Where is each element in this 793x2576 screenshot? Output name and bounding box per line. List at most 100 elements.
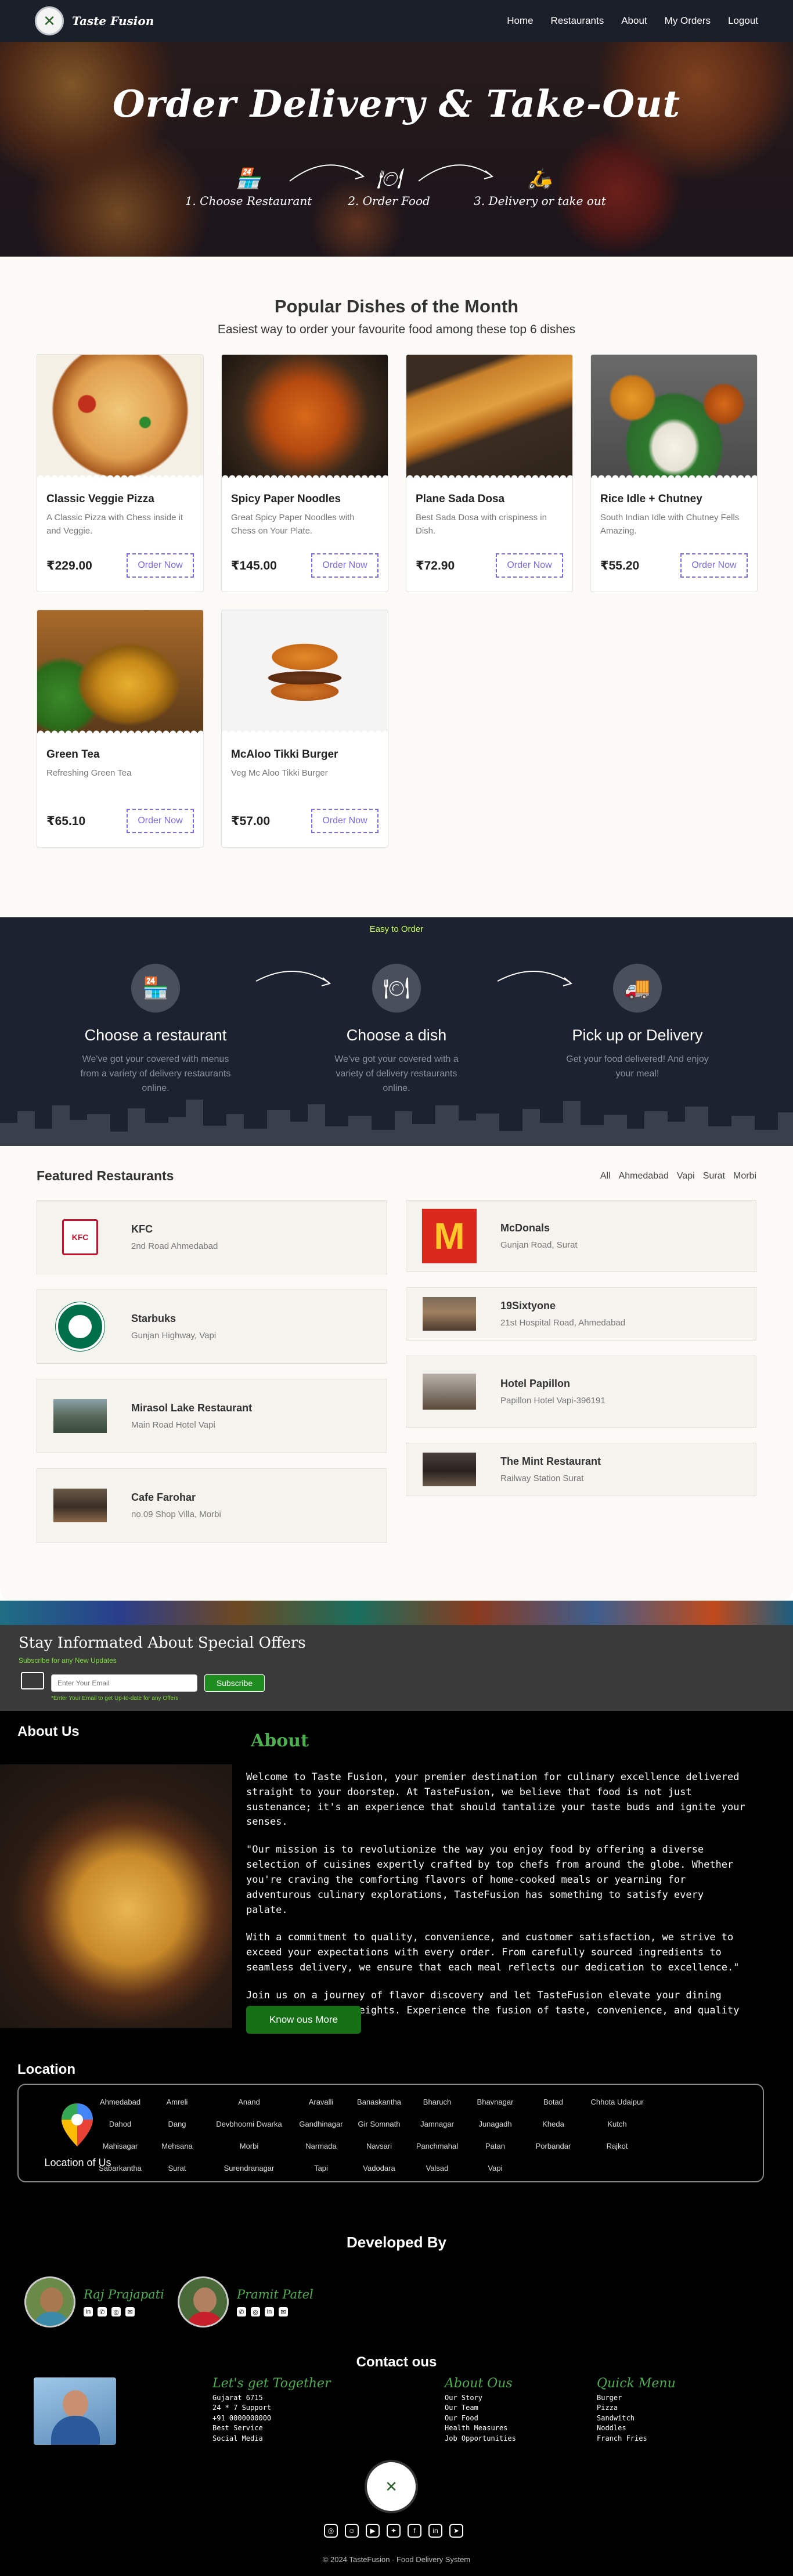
city-item[interactable]: Junagadh <box>469 2120 521 2128</box>
city-item[interactable]: Bhavnagar <box>469 2098 521 2106</box>
fork-spoon-icon: ✕ <box>385 2477 398 2495</box>
order-now-button[interactable]: Order Now <box>127 553 194 578</box>
city-item[interactable]: Devbhoomi Dwarka <box>211 2120 287 2128</box>
city-item[interactable]: Surat <box>151 2164 203 2173</box>
order-now-button[interactable]: Order Now <box>311 553 379 578</box>
order-now-button[interactable]: Order Now <box>311 809 379 833</box>
whatsapp-icon[interactable]: ✆ <box>98 2307 107 2316</box>
brand-logo[interactable]: ✕ Taste Fusion <box>35 6 154 35</box>
footer-column-quick-menu: Quick Menu Burger Pizza Sandwitch Noddle… <box>597 2376 676 2442</box>
know-more-button[interactable]: Know ous More <box>246 2006 361 2034</box>
instagram-icon[interactable]: ◎ <box>251 2307 260 2316</box>
city-item[interactable]: Tapi <box>295 2164 347 2173</box>
city-item[interactable]: Valsad <box>411 2164 463 2173</box>
kfc-logo: KFC <box>52 1219 108 1255</box>
filter-all[interactable]: All <box>600 1171 611 1181</box>
instagram-icon[interactable]: ◎ <box>324 2524 338 2538</box>
city-item[interactable]: Morbi <box>223 2142 275 2150</box>
city-item[interactable]: Vapi <box>469 2164 521 2173</box>
instagram-icon[interactable]: ◎ <box>111 2307 121 2316</box>
dish-name: Classic Veggie Pizza <box>46 493 154 505</box>
city-item[interactable]: Narmada <box>295 2142 347 2150</box>
youtube-icon[interactable]: ▶ <box>366 2524 380 2538</box>
restaurant-card[interactable]: The Mint Restaurant Railway Station Surat <box>406 1443 756 1496</box>
city-filter-tabs: All Ahmedabad Vapi Surat Morbi <box>600 1171 756 1181</box>
city-item[interactable]: Ahmedabad <box>94 2098 146 2106</box>
linkedin-icon[interactable]: in <box>265 2307 274 2316</box>
city-item[interactable]: Rajkot <box>591 2142 643 2150</box>
order-now-button[interactable]: Order Now <box>680 553 748 578</box>
copyright-text: © 2024 TasteFusion - Food Delivery Syste… <box>322 2555 471 2564</box>
snapchat-icon[interactable]: ☺ <box>345 2524 359 2538</box>
linkedin-icon[interactable]: in <box>84 2307 93 2316</box>
city-item[interactable]: Mehsana <box>151 2142 203 2150</box>
city-item[interactable]: Aravalli <box>295 2098 347 2106</box>
nav-about[interactable]: About <box>621 15 647 27</box>
city-item[interactable]: Gir Somnath <box>353 2120 405 2128</box>
footer-social-links: ◎ ☺ ▶ ✦ f in ➤ <box>324 2524 463 2538</box>
developers-heading: Developed By <box>347 2233 446 2251</box>
city-item[interactable]: Mahisagar <box>94 2142 146 2150</box>
city-item[interactable]: Anand <box>223 2098 275 2106</box>
facebook-icon[interactable]: f <box>408 2524 421 2538</box>
restaurant-card[interactable]: Hotel Papillon Papillon Hotel Vapi-396191 <box>406 1356 756 1428</box>
filter-surat[interactable]: Surat <box>703 1171 725 1181</box>
developer-card: Pramit Patel ✆ ◎ in ✉ <box>178 2276 313 2328</box>
footer-brand-logo[interactable]: ✕ <box>365 2460 418 2513</box>
restaurant-card[interactable]: Mirasol Lake Restaurant Main Road Hotel V… <box>37 1379 387 1453</box>
order-now-button[interactable]: Order Now <box>496 553 563 578</box>
developer-social-links: in ✆ ◎ ✉ <box>84 2307 164 2316</box>
city-item[interactable]: Patan <box>469 2142 521 2150</box>
city-item[interactable]: Sabarkantha <box>94 2164 146 2173</box>
contact-heading: Contact ous <box>356 2354 437 2370</box>
subscribe-button[interactable]: Subscribe <box>204 1674 265 1692</box>
dish-name: Green Tea <box>46 748 100 761</box>
city-item[interactable]: Navsari <box>353 2142 405 2150</box>
city-item[interactable]: Jamnagar <box>411 2120 463 2128</box>
restaurant-card[interactable]: Cafe Farohar no.09 Shop Villa, Morbi <box>37 1468 387 1543</box>
nav-logout[interactable]: Logout <box>728 15 758 27</box>
city-item[interactable]: Banaskantha <box>353 2098 405 2106</box>
footer-column-together: Let's get Together Gujarat 6715 24 * 7 S… <box>212 2376 331 2442</box>
city-item[interactable]: Porbandar <box>527 2142 579 2150</box>
support-agent-image <box>34 2377 116 2445</box>
city-item[interactable]: Bharuch <box>411 2098 463 2106</box>
restaurant-card[interactable]: KFC KFC 2nd Road Ahmedabad <box>37 1200 387 1274</box>
city-item[interactable]: Surendranagar <box>217 2164 281 2173</box>
restaurant-card[interactable]: M McDonals Gunjan Road, Surat <box>406 1200 756 1272</box>
restaurant-card[interactable]: Starbuks Gunjan Highway, Vapi <box>37 1289 387 1364</box>
dish-description: Veg Mc Aloo Tikki Burger <box>231 768 328 778</box>
newsletter-email-input[interactable] <box>51 1674 197 1692</box>
city-item[interactable]: Botad <box>527 2098 579 2106</box>
nav-my-orders[interactable]: My Orders <box>665 15 711 27</box>
featured-restaurants-section: Featured Restaurants All Ahmedabad Vapi … <box>0 1146 793 1601</box>
city-item[interactable]: Vadodara <box>353 2164 405 2173</box>
filter-ahmedabad[interactable]: Ahmedabad <box>619 1171 669 1181</box>
nav-home[interactable]: Home <box>507 15 533 27</box>
whatsapp-icon[interactable]: ✆ <box>237 2307 246 2316</box>
nav-restaurants[interactable]: Restaurants <box>551 15 604 27</box>
filter-morbi[interactable]: Morbi <box>733 1171 756 1181</box>
city-item[interactable]: Dang <box>151 2120 203 2128</box>
telegram-icon[interactable]: ➤ <box>449 2524 463 2538</box>
filter-vapi[interactable]: Vapi <box>677 1171 695 1181</box>
city-item[interactable]: Chhota Udaipur <box>585 2098 649 2106</box>
dish-description: Refreshing Green Tea <box>46 768 132 778</box>
city-item[interactable]: Kutch <box>591 2120 643 2128</box>
linkedin-icon[interactable]: in <box>428 2524 442 2538</box>
email-icon[interactable]: ✉ <box>279 2307 288 2316</box>
newsletter-section: Stay Informated About Special Offers Sub… <box>0 1601 793 1711</box>
about-title: About <box>251 1731 309 1751</box>
city-item[interactable]: Kheda <box>527 2120 579 2128</box>
email-icon[interactable]: ✉ <box>125 2307 135 2316</box>
restaurant-card[interactable]: 19Sixtyone 21st Hospital Road, Ahmedabad <box>406 1287 756 1341</box>
city-item[interactable]: Amreli <box>151 2098 203 2106</box>
city-item[interactable]: Panchmahal <box>411 2142 463 2150</box>
twitter-icon[interactable]: ✦ <box>387 2524 401 2538</box>
city-item[interactable]: Dahod <box>94 2120 146 2128</box>
location-box: Location of Us Ahmedabad Amreli Anand Ar… <box>17 2084 764 2182</box>
dish-price: ₹55.20 <box>600 559 640 572</box>
city-item[interactable]: Gandhinagar <box>295 2120 347 2128</box>
order-now-button[interactable]: Order Now <box>127 809 194 833</box>
dish-price: ₹229.00 <box>46 559 92 572</box>
